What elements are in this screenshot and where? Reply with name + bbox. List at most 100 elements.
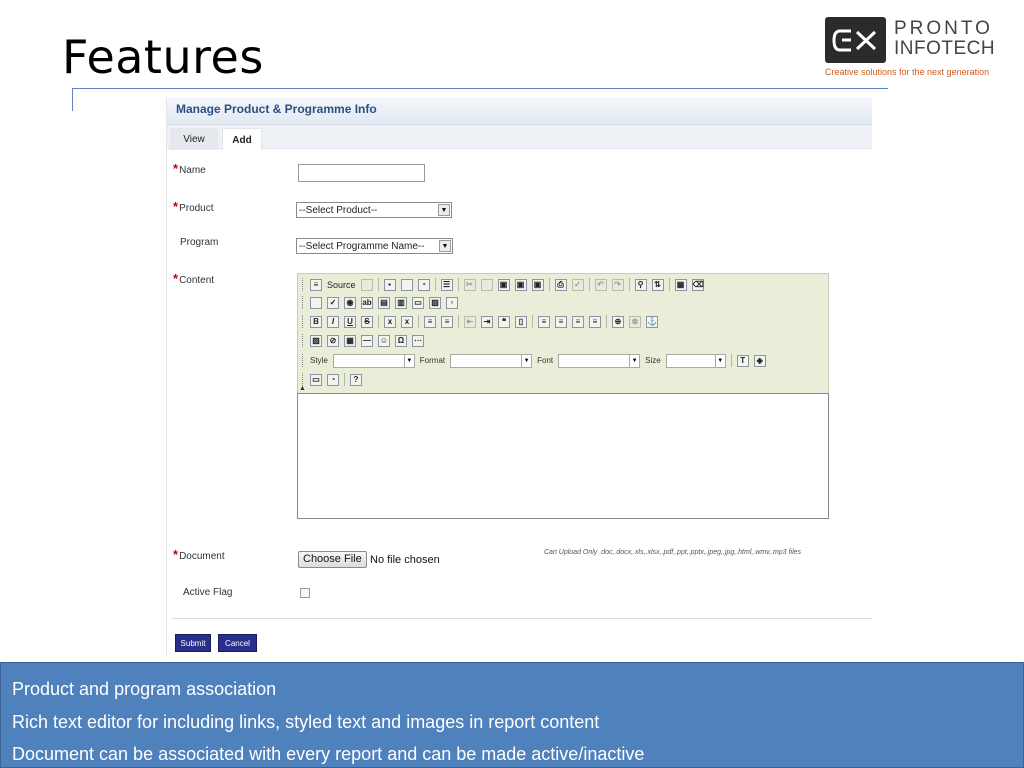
font-label: Font [537, 356, 554, 365]
table-icon[interactable]: ▦ [344, 334, 356, 347]
align-right-icon[interactable]: ≡ [572, 315, 584, 328]
name-input[interactable] [298, 164, 425, 182]
format-label: Format [419, 356, 446, 365]
copy-icon[interactable] [480, 278, 493, 291]
subscript-icon[interactable]: x [384, 315, 396, 328]
caption-line: Product and program association [12, 679, 277, 699]
image-icon[interactable]: ▨ [310, 334, 322, 347]
format-combo[interactable]: ▼ [450, 353, 533, 368]
active-flag-checkbox[interactable] [300, 588, 310, 598]
align-left-icon[interactable]: ≡ [538, 315, 550, 328]
source-icon[interactable]: ≡ [310, 278, 322, 291]
redo-icon[interactable]: ↷ [611, 278, 624, 291]
content-label: *Content [173, 271, 215, 286]
textfield-icon[interactable]: ab [361, 296, 373, 309]
cancel-button[interactable]: Cancel [218, 634, 257, 652]
source-button[interactable]: Source [327, 280, 356, 290]
caption-line: Rich text editor for including links, st… [12, 711, 600, 732]
submit-button[interactable]: Submit [175, 634, 211, 652]
align-justify-icon[interactable]: ≡ [589, 315, 601, 328]
company-logo: PRONTO INFOTECH Creative solutions for t… [824, 16, 1004, 80]
undo-icon[interactable]: ↶ [594, 278, 607, 291]
show-blocks-icon[interactable]: ◔ [327, 373, 339, 386]
tab-add[interactable]: Add [222, 128, 262, 150]
select-all-icon[interactable]: ▦ [674, 278, 687, 291]
paste-text-icon[interactable]: ▣ [514, 278, 527, 291]
page-break-icon[interactable]: ⋯ [412, 334, 424, 347]
horizontal-rule-icon[interactable]: — [361, 334, 373, 347]
paste-icon[interactable]: ▣ [497, 278, 510, 291]
editor-toolbar: ≡ Source ▪ ◔ ☰ ✂ ▣ ▣ ▣ ⎙ ✓ ↶ ↷ ⚲ ⇅ ▦ ⌫ ✓… [297, 273, 829, 394]
indent-icon[interactable]: ⇥ [481, 315, 493, 328]
text-color-icon[interactable]: T [736, 354, 749, 367]
underline-icon[interactable]: U [344, 315, 356, 328]
bold-icon[interactable]: B [310, 315, 322, 328]
chevron-down-icon[interactable]: ▼ [714, 354, 725, 367]
link-icon[interactable]: ⊕ [612, 315, 624, 328]
name-label: *Name [173, 161, 206, 176]
paste-word-icon[interactable]: ▣ [531, 278, 544, 291]
collapse-toolbar-icon[interactable]: ▲ [299, 385, 306, 392]
panel-header: Manage Product & Programme Info [167, 97, 872, 125]
chevron-down-icon[interactable]: ▼ [439, 240, 451, 252]
font-combo[interactable]: ▼ [558, 353, 641, 368]
app-panel: Manage Product & Programme Info View Add… [166, 97, 872, 657]
image-button-icon[interactable]: ▨ [429, 296, 441, 309]
strike-icon[interactable]: S [361, 315, 373, 328]
style-combo[interactable]: ▼ [332, 353, 415, 368]
spellcheck-icon[interactable]: ✓ [571, 278, 584, 291]
help-icon[interactable]: ? [350, 373, 362, 386]
save-icon[interactable]: ▪ [383, 278, 396, 291]
remove-format-icon[interactable]: ⌫ [691, 278, 704, 291]
chevron-down-icon[interactable]: ▼ [403, 354, 414, 367]
outdent-icon[interactable]: ⇤ [464, 315, 476, 328]
title-divider-tick [72, 88, 73, 111]
italic-icon[interactable]: I [327, 315, 339, 328]
hidden-field-icon[interactable]: ▫ [446, 296, 458, 309]
required-mark: * [173, 199, 179, 214]
editor-content-area[interactable] [297, 393, 829, 519]
align-center-icon[interactable]: ≡ [555, 315, 567, 328]
maximize-icon[interactable]: ▭ [310, 373, 322, 386]
superscript-icon[interactable]: x [401, 315, 413, 328]
bulleted-list-icon[interactable]: ≡ [441, 315, 453, 328]
preview-icon[interactable] [360, 278, 373, 291]
chevron-down-icon[interactable]: ▼ [521, 354, 531, 367]
checkbox-icon[interactable]: ✓ [327, 296, 339, 309]
choose-file-button[interactable]: Choose File [298, 551, 367, 568]
background-color-icon[interactable]: ◈ [753, 354, 766, 367]
blockquote-icon[interactable]: ❝ [498, 315, 510, 328]
find-icon[interactable]: ⚲ [634, 278, 647, 291]
flash-icon[interactable]: ⊘ [327, 334, 339, 347]
templates-icon[interactable]: ☰ [440, 278, 453, 291]
required-mark: * [173, 547, 179, 562]
required-mark: * [173, 161, 179, 176]
program-select[interactable]: --Select Programme Name-- ▼ [296, 238, 453, 254]
div-icon[interactable]: ▯ [515, 315, 527, 328]
logo-mark-icon [825, 17, 886, 63]
select-field-icon[interactable]: ▥ [395, 296, 407, 309]
size-combo[interactable]: ▼ [665, 353, 726, 368]
cut-icon[interactable]: ✂ [463, 278, 476, 291]
feature-caption-box: Product and program association Rich tex… [0, 662, 1024, 768]
logo-name-line1: PRONTO [894, 18, 993, 39]
form-divider [172, 618, 872, 619]
print-icon[interactable]: ⎙ [554, 278, 567, 291]
smiley-icon[interactable]: ☺ [378, 334, 390, 347]
button-field-icon[interactable]: ▭ [412, 296, 424, 309]
unlink-icon[interactable]: ⊗ [629, 315, 641, 328]
anchor-icon[interactable]: ⚓ [646, 315, 658, 328]
new-page-icon[interactable] [400, 278, 413, 291]
textarea-icon[interactable]: ▤ [378, 296, 390, 309]
replace-icon[interactable]: ⇅ [651, 278, 664, 291]
tab-view[interactable]: View [170, 128, 218, 150]
chevron-down-icon[interactable]: ▼ [438, 204, 450, 216]
numbered-list-icon[interactable]: ≡ [424, 315, 436, 328]
chevron-down-icon[interactable]: ▼ [629, 354, 639, 367]
style-label: Style [310, 356, 328, 365]
form-icon[interactable] [310, 296, 322, 309]
special-char-icon[interactable]: Ω [395, 334, 407, 347]
print-preview-icon[interactable]: ◔ [417, 278, 430, 291]
radio-icon[interactable]: ◉ [344, 296, 356, 309]
product-select[interactable]: --Select Product-- ▼ [296, 202, 452, 218]
